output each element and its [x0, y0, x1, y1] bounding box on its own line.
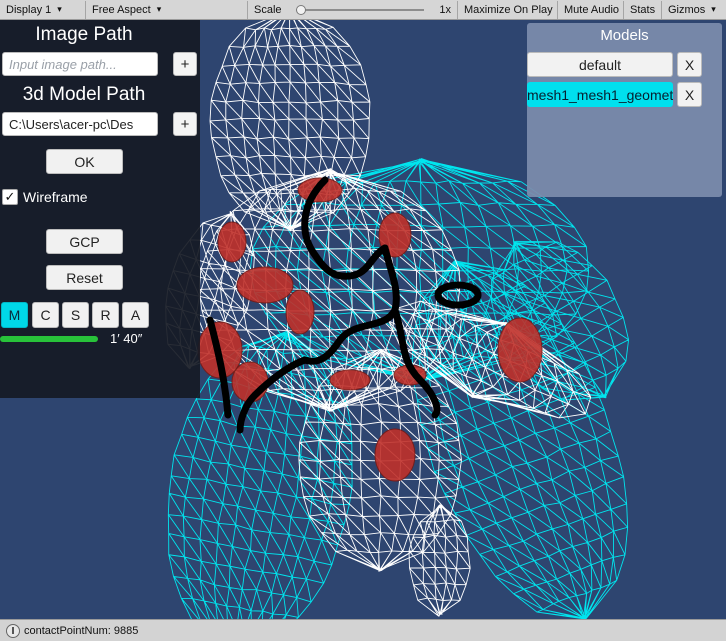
progress-bar: [0, 336, 98, 342]
aspect-dropdown[interactable]: Free Aspect: [86, 0, 248, 19]
stats-toggle[interactable]: Stats: [624, 0, 662, 19]
progress-fill: [0, 336, 98, 342]
scale-value: 1x: [439, 3, 451, 16]
add-image-button[interactable]: +: [173, 52, 197, 76]
scale-slider[interactable]: [296, 4, 425, 15]
mute-label: Mute Audio: [564, 3, 620, 16]
ok-button[interactable]: OK: [46, 149, 123, 174]
remove-model-default-button[interactable]: X: [677, 52, 702, 77]
status-text: contactPointNum: 9885: [24, 624, 139, 637]
mode-button-a[interactable]: A: [122, 302, 149, 328]
maximize-on-play-toggle[interactable]: Maximize On Play: [458, 0, 558, 19]
model-path-heading: 3d Model Path: [22, 84, 146, 105]
remove-model-mesh1-button[interactable]: X: [677, 82, 702, 107]
mode-button-r[interactable]: R: [92, 302, 119, 328]
mode-button-c[interactable]: C: [32, 302, 59, 328]
mode-button-s[interactable]: S: [62, 302, 89, 328]
white-mesh-head: [209, 20, 371, 232]
maximize-label: Maximize On Play: [464, 3, 553, 16]
gcp-button[interactable]: GCP: [46, 229, 123, 254]
stats-label: Stats: [630, 3, 656, 16]
info-icon: [6, 623, 20, 638]
mode-button-m[interactable]: M: [1, 302, 28, 328]
checkmark-icon: ✓: [4, 189, 16, 204]
mute-audio-toggle[interactable]: Mute Audio: [558, 0, 624, 19]
model-item-mesh1[interactable]: mesh1_mesh1_geomet: [527, 82, 673, 107]
model-item-default[interactable]: default: [527, 52, 673, 77]
display-dropdown[interactable]: Display 1: [0, 0, 86, 19]
gizmos-label: Gizmos: [668, 3, 706, 16]
status-bar: contactPointNum: 9885: [0, 619, 726, 641]
models-panel: Models default X mesh1_mesh1_geomet X: [527, 23, 722, 197]
gizmos-dropdown[interactable]: Gizmos: [662, 1, 726, 19]
scale-label: Scale: [254, 3, 282, 16]
control-panel: Image Path Input image path... + 3d Mode…: [0, 20, 200, 398]
scale-control: Scale 1x: [248, 0, 458, 19]
wireframe-checkbox[interactable]: ✓: [2, 189, 18, 205]
image-path-input[interactable]: Input image path...: [2, 52, 158, 76]
display-label: Display 1: [6, 3, 52, 16]
model-path-input[interactable]: C:\Users\acer-pc\Des: [2, 112, 158, 136]
wireframe-label: Wireframe: [23, 189, 88, 205]
models-title: Models: [600, 27, 649, 44]
aspect-label: Free Aspect: [92, 3, 151, 16]
game-view-toolbar: Display 1 Free Aspect Scale 1x Maximize …: [0, 0, 726, 20]
image-path-heading: Image Path: [35, 24, 133, 45]
reset-button[interactable]: Reset: [46, 265, 123, 290]
add-model-button[interactable]: +: [173, 112, 197, 136]
elapsed-timer: 1′ 40″: [110, 331, 143, 346]
scale-slider-knob[interactable]: [296, 4, 307, 15]
